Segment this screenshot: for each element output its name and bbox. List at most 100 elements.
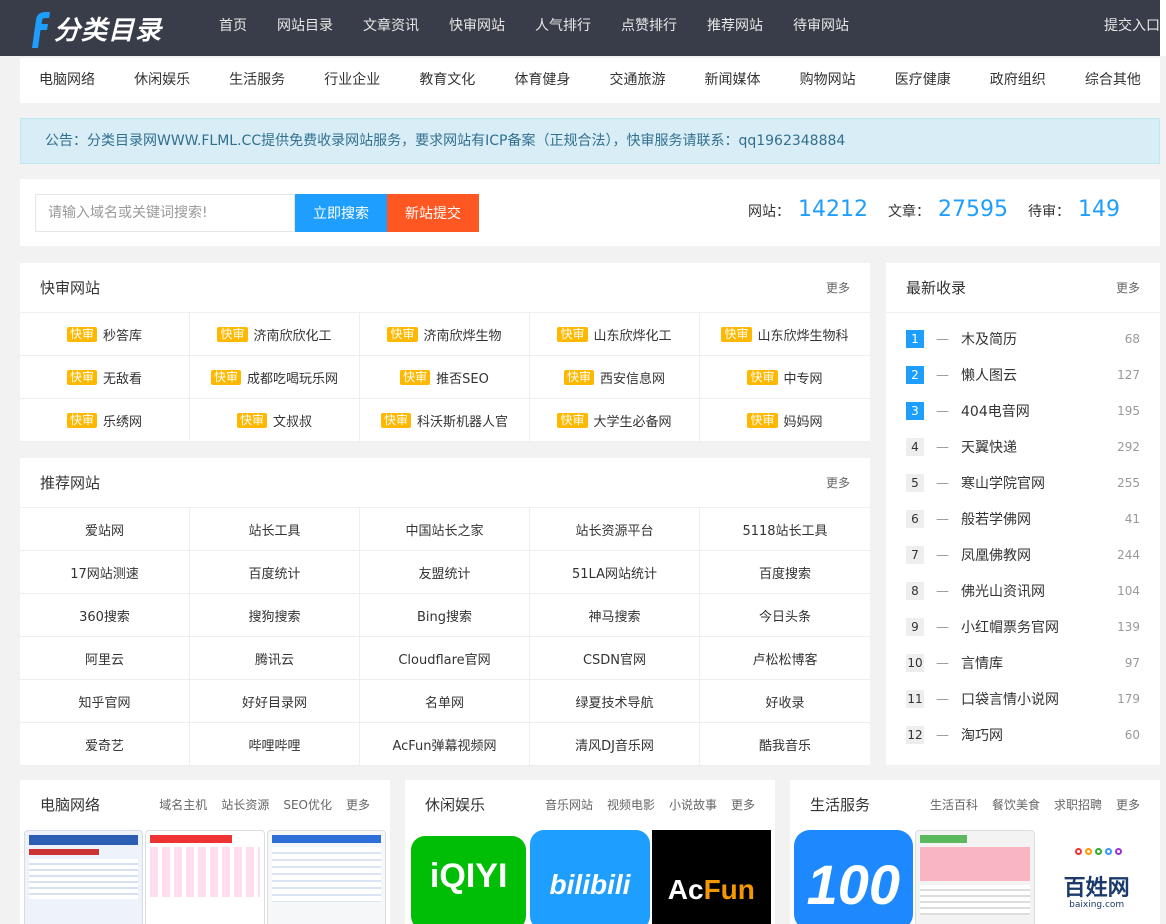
recommended-site-link[interactable]: 站长资源平台 — [530, 508, 700, 551]
latest-list-item[interactable]: 5 — 寒山学院官网 255 — [886, 465, 1160, 501]
category-item[interactable]: 购物网站 — [787, 58, 869, 103]
nav-likes[interactable]: 点赞排行 — [606, 0, 692, 56]
recommended-site-link[interactable]: 阿里云 — [20, 637, 190, 680]
subcategory-tag[interactable]: 餐饮美食 — [992, 780, 1040, 830]
latest-list-item[interactable]: 6 — 般若学佛网 41 — [886, 501, 1160, 537]
category-item[interactable]: 综合其他 — [1072, 58, 1154, 103]
nav-articles[interactable]: 文章资讯 — [348, 0, 434, 56]
subcategory-tag[interactable]: 小说故事 — [669, 780, 717, 830]
recommended-site-link[interactable]: 17网站测速 — [20, 551, 190, 594]
iqiyi-thumbnail[interactable]: iQIYI — [409, 830, 529, 924]
latest-list-item[interactable]: 1 — 木及简历 68 — [886, 321, 1160, 357]
recommended-site-link[interactable]: 卢松松博客 — [700, 637, 870, 680]
site-thumbnail[interactable] — [24, 830, 144, 924]
recommended-site-link[interactable]: 今日头条 — [700, 594, 870, 637]
acfun-thumbnail[interactable]: AcFun — [651, 830, 771, 924]
recommended-site-link[interactable]: 腾讯云 — [190, 637, 360, 680]
recommended-site-link[interactable]: 站长工具 — [190, 508, 360, 551]
scrollbar-track[interactable] — [1160, 0, 1166, 56]
category-item[interactable]: 政府组织 — [977, 58, 1059, 103]
recommended-site-link[interactable]: 哔哩哔哩 — [190, 723, 360, 766]
latest-list-item[interactable]: 2 — 懒人图云 127 — [886, 357, 1160, 393]
nav-home[interactable]: 首页 — [204, 0, 262, 56]
subcategory-tag[interactable]: 求职招聘 — [1054, 780, 1102, 830]
fast-review-item[interactable]: 快审 文叔叔 — [190, 399, 360, 442]
fast-review-item[interactable]: 快审 成都吃喝玩乐网 — [190, 356, 360, 399]
subcategory-tag[interactable]: SEO优化 — [283, 780, 332, 830]
site-thumbnail[interactable] — [145, 830, 265, 924]
site-logo[interactable]: 分类目录 — [24, 6, 162, 50]
recommended-site-link[interactable]: 51LA网站统计 — [530, 551, 700, 594]
more-link[interactable]: 更多 — [346, 780, 370, 830]
recommended-site-link[interactable]: 中国站长之家 — [360, 508, 530, 551]
subcategory-tag[interactable]: 域名主机 — [159, 780, 207, 830]
recommended-site-link[interactable]: 友盟统计 — [360, 551, 530, 594]
recommended-site-link[interactable]: 清风DJ音乐网 — [530, 723, 700, 766]
fast-review-item[interactable]: 快审 乐绣网 — [20, 399, 190, 442]
more-link[interactable]: 更多 — [826, 458, 850, 508]
category-item[interactable]: 体育健身 — [501, 58, 583, 103]
category-item[interactable]: 教育文化 — [406, 58, 488, 103]
recommended-site-link[interactable]: 百度统计 — [190, 551, 360, 594]
recommended-site-link[interactable]: 百度搜索 — [700, 551, 870, 594]
fast-review-item[interactable]: 快审 济南欣欣化工 — [190, 313, 360, 356]
nav-fast-review[interactable]: 快审网站 — [434, 0, 520, 56]
recommended-site-link[interactable]: 神马搜索 — [530, 594, 700, 637]
fast-review-item[interactable]: 快审 推否SEO — [360, 356, 530, 399]
subcategory-tag[interactable]: 音乐网站 — [545, 780, 593, 830]
baixing-thumbnail[interactable]: 百姓网 baixing.com — [1037, 830, 1157, 924]
site-thumbnail[interactable] — [266, 830, 386, 924]
fast-review-item[interactable]: 快审 妈妈网 — [700, 399, 870, 442]
latest-list-item[interactable]: 10 — 言情库 97 — [886, 645, 1160, 681]
recommended-site-link[interactable]: 5118站长工具 — [700, 508, 870, 551]
bilibili-thumbnail[interactable]: bilibili — [530, 830, 650, 924]
recommended-site-link[interactable]: 好收录 — [700, 680, 870, 723]
recommended-site-link[interactable]: AcFun弹幕视频网 — [360, 723, 530, 766]
fast-review-item[interactable]: 快审 济南欣烨生物 — [360, 313, 530, 356]
nav-pending[interactable]: 待审网站 — [778, 0, 864, 56]
category-item[interactable]: 行业企业 — [311, 58, 393, 103]
subcategory-tag[interactable]: 视频电影 — [607, 780, 655, 830]
latest-list-item[interactable]: 3 — 404电音网 195 — [886, 393, 1160, 429]
category-item[interactable]: 电脑网络 — [26, 58, 108, 103]
latest-list-item[interactable]: 9 — 小红帽票务官网 139 — [886, 609, 1160, 645]
nav-directory[interactable]: 网站目录 — [262, 0, 348, 56]
latest-list-item[interactable]: 12 — 淘巧网 60 — [886, 717, 1160, 753]
fast-review-item[interactable]: 快审 科沃斯机器人官 — [360, 399, 530, 442]
search-input[interactable] — [35, 194, 295, 232]
category-item[interactable]: 休闲娱乐 — [121, 58, 203, 103]
category-item[interactable]: 交通旅游 — [596, 58, 678, 103]
category-item[interactable]: 医疗健康 — [882, 58, 964, 103]
subcategory-tag[interactable]: 生活百科 — [930, 780, 978, 830]
more-link[interactable]: 更多 — [731, 780, 755, 830]
recommended-site-link[interactable]: 酷我音乐 — [700, 723, 870, 766]
recommended-site-link[interactable]: Bing搜索 — [360, 594, 530, 637]
recommended-site-link[interactable]: 搜狗搜索 — [190, 594, 360, 637]
subcategory-tag[interactable]: 站长资源 — [221, 780, 269, 830]
recommended-site-link[interactable]: 爱站网 — [20, 508, 190, 551]
latest-list-item[interactable]: 11 — 口袋言情小说网 179 — [886, 681, 1160, 717]
nav-popular[interactable]: 人气排行 — [520, 0, 606, 56]
recommended-site-link[interactable]: 360搜索 — [20, 594, 190, 637]
latest-list-item[interactable]: 4 — 天翼快递 292 — [886, 429, 1160, 465]
category-item[interactable]: 新闻媒体 — [692, 58, 774, 103]
recommended-site-link[interactable]: 爱奇艺 — [20, 723, 190, 766]
recommended-site-link[interactable]: Cloudflare官网 — [360, 637, 530, 680]
fast-review-item[interactable]: 快审 山东欣烨化工 — [530, 313, 700, 356]
search-button[interactable]: 立即搜索 — [295, 194, 387, 232]
recommended-site-link[interactable]: CSDN官网 — [530, 637, 700, 680]
kuaidi100-thumbnail[interactable]: 100 — [794, 830, 913, 924]
fast-review-item[interactable]: 快审 山东欣烨生物科 — [700, 313, 870, 356]
fast-review-item[interactable]: 快审 中专网 — [700, 356, 870, 399]
submit-entry-link[interactable]: 提交入口 — [1104, 0, 1160, 52]
recommended-site-link[interactable]: 知乎官网 — [20, 680, 190, 723]
fast-review-item[interactable]: 快审 大学生必备网 — [530, 399, 700, 442]
fast-review-item[interactable]: 快审 秒答库 — [20, 313, 190, 356]
recommended-site-link[interactable]: 名单网 — [360, 680, 530, 723]
more-link[interactable]: 更多 — [1116, 263, 1140, 313]
latest-list-item[interactable]: 8 — 佛光山资讯网 104 — [886, 573, 1160, 609]
new-site-submit-button[interactable]: 新站提交 — [387, 194, 479, 232]
latest-list-item[interactable]: 7 — 凤凰佛教网 244 — [886, 537, 1160, 573]
recommended-site-link[interactable]: 绿夏技术导航 — [530, 680, 700, 723]
nav-recommended[interactable]: 推荐网站 — [692, 0, 778, 56]
